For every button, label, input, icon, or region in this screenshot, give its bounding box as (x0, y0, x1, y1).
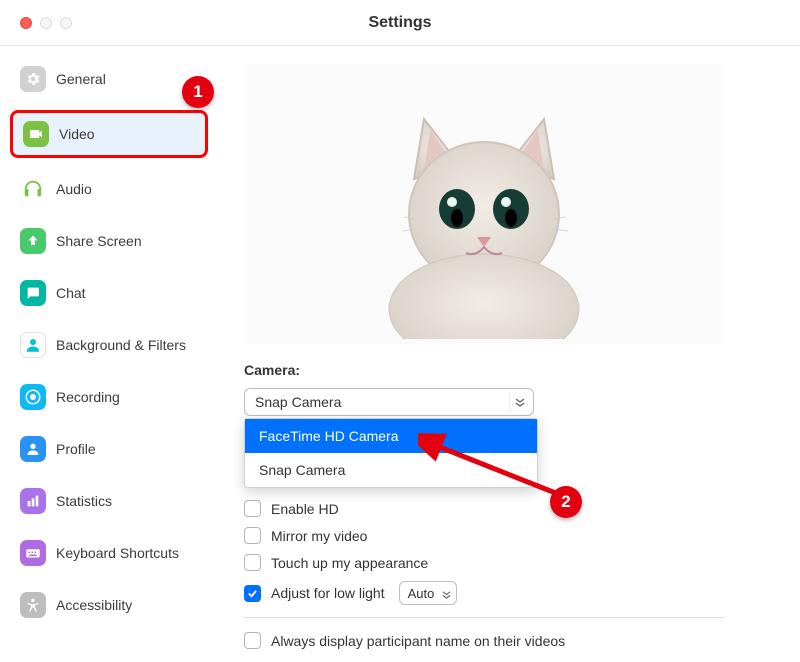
sidebar-item-accessibility[interactable]: Accessibility (10, 584, 208, 626)
checkbox-icon (244, 632, 261, 649)
options-divider (244, 617, 724, 618)
preview-image (354, 69, 614, 339)
sidebar-item-profile[interactable]: Profile (10, 428, 208, 470)
sidebar-item-label: Chat (56, 285, 86, 301)
close-window-button[interactable] (20, 17, 32, 29)
sidebar-item-statistics[interactable]: Statistics (10, 480, 208, 522)
chevron-down-icon (442, 587, 451, 602)
annotation-step-2: 2 (550, 486, 582, 518)
camera-option-facetime-hd[interactable]: FaceTime HD Camera (245, 419, 537, 453)
sidebar-item-label: General (56, 71, 106, 87)
sidebar-item-chat[interactable]: Chat (10, 272, 208, 314)
sidebar-item-label: Accessibility (56, 597, 132, 613)
option-label: Always display participant name on their… (271, 633, 565, 649)
camera-select-value: Snap Camera (255, 394, 341, 410)
sidebar-item-label: Background & Filters (56, 337, 186, 353)
accessibility-icon (20, 592, 46, 618)
profile-icon (20, 436, 46, 462)
gear-icon (20, 66, 46, 92)
video-settings-panel: Camera: Snap Camera FaceTime HD Camera S… (216, 46, 800, 662)
settings-content: General Video Audio Share Screen Chat (0, 46, 800, 662)
sidebar-item-video[interactable]: Video (10, 110, 208, 158)
minimize-window-button[interactable] (40, 17, 52, 29)
keyboard-icon (20, 540, 46, 566)
sidebar-item-label: Recording (56, 389, 120, 405)
user-bg-icon (20, 332, 46, 358)
camera-select[interactable]: Snap Camera (244, 388, 534, 416)
sidebar-item-audio[interactable]: Audio (10, 168, 208, 210)
sidebar-item-share-screen[interactable]: Share Screen (10, 220, 208, 262)
sidebar-item-background-filters[interactable]: Background & Filters (10, 324, 208, 366)
camera-option-label: FaceTime HD Camera (259, 428, 399, 444)
headphones-icon (20, 176, 46, 202)
chat-icon (20, 280, 46, 306)
camera-option-snap-camera[interactable]: Snap Camera (245, 453, 537, 487)
sidebar-item-label: Statistics (56, 493, 112, 509)
option-display-participant-name[interactable]: Always display participant name on their… (244, 632, 776, 649)
option-label: Mirror my video (271, 528, 367, 544)
sidebar-item-label: Profile (56, 441, 96, 457)
option-low-light[interactable]: Adjust for low light Auto (244, 581, 776, 605)
sidebar-item-label: Keyboard Shortcuts (56, 545, 179, 561)
stats-icon (20, 488, 46, 514)
chevron-down-icon (509, 392, 529, 412)
checkbox-checked-icon (244, 585, 261, 602)
record-icon (20, 384, 46, 410)
sidebar-item-keyboard-shortcuts[interactable]: Keyboard Shortcuts (10, 532, 208, 574)
sidebar-item-label: Share Screen (56, 233, 142, 249)
sidebar-item-label: Video (59, 126, 95, 142)
camera-preview (244, 64, 724, 344)
window-title: Settings (368, 14, 431, 32)
option-label: Enable HD (271, 501, 339, 517)
traffic-lights (20, 17, 72, 29)
camera-option-label: Snap Camera (259, 462, 345, 478)
sidebar-item-general[interactable]: General (10, 58, 208, 100)
checkbox-icon (244, 527, 261, 544)
sidebar-item-recording[interactable]: Recording (10, 376, 208, 418)
settings-sidebar: General Video Audio Share Screen Chat (0, 46, 216, 662)
camera-icon (23, 121, 49, 147)
low-light-mode-value: Auto (408, 586, 435, 601)
window-titlebar: Settings (0, 0, 800, 46)
option-enable-hd[interactable]: Enable HD (244, 500, 776, 517)
option-label: Adjust for low light (271, 585, 385, 601)
video-options: Enable HD Mirror my video Touch up my ap… (244, 500, 776, 649)
checkbox-icon (244, 500, 261, 517)
option-mirror-video[interactable]: Mirror my video (244, 527, 776, 544)
sidebar-item-label: Audio (56, 181, 92, 197)
low-light-mode-select[interactable]: Auto (399, 581, 458, 605)
zoom-window-button[interactable] (60, 17, 72, 29)
annotation-step-1: 1 (182, 76, 214, 108)
option-touch-up[interactable]: Touch up my appearance (244, 554, 776, 571)
arrow-up-icon (20, 228, 46, 254)
checkbox-icon (244, 554, 261, 571)
camera-dropdown: FaceTime HD Camera Snap Camera (244, 418, 538, 488)
camera-section-label: Camera: (244, 362, 776, 378)
option-label: Touch up my appearance (271, 555, 428, 571)
